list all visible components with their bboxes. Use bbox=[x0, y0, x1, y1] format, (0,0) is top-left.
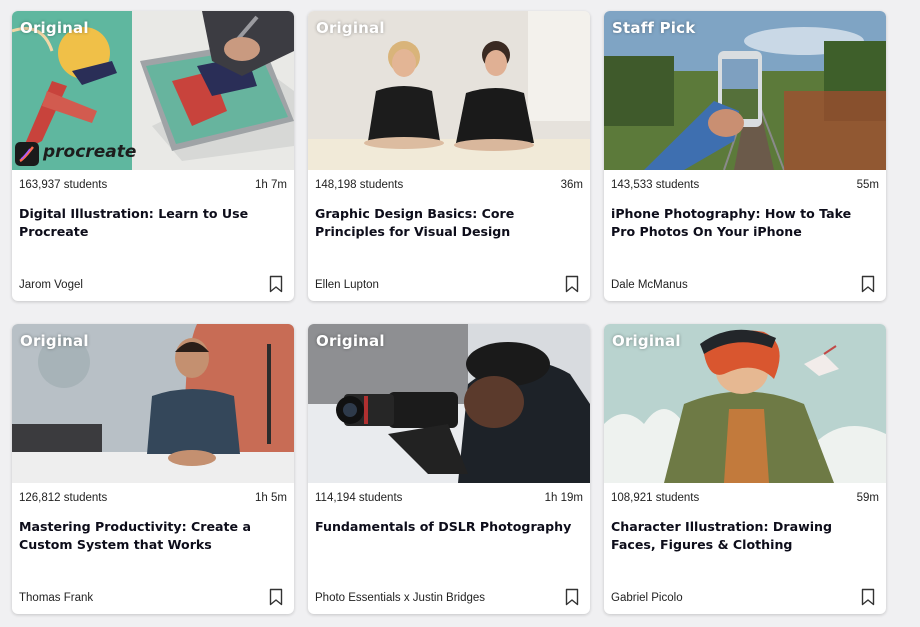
course-duration: 1h 5m bbox=[255, 492, 287, 504]
course-title[interactable]: Digital Illustration: Learn to Use Procr… bbox=[19, 205, 284, 241]
bookmark-icon[interactable] bbox=[269, 275, 283, 293]
student-count: 126,812 students bbox=[19, 492, 108, 504]
course-title[interactable]: Mastering Productivity: Create a Custom … bbox=[19, 518, 284, 554]
course-card[interactable]: Original 114,194 students 1h 19m Fundame… bbox=[308, 324, 590, 614]
course-card[interactable]: Original procreate 163,937 students 1h 7… bbox=[12, 11, 294, 301]
badge-label: Staff Pick bbox=[612, 19, 696, 37]
bookmark-icon[interactable] bbox=[565, 588, 579, 606]
course-thumbnail[interactable]: Original procreate bbox=[12, 11, 294, 170]
teacher-name[interactable]: Gabriel Picolo bbox=[611, 592, 683, 604]
course-duration: 36m bbox=[560, 179, 583, 191]
course-card[interactable]: Original 126,812 students 1h 5m Masterin… bbox=[12, 324, 294, 614]
procreate-logo: procreate bbox=[14, 141, 136, 169]
course-title[interactable]: Graphic Design Basics: Core Principles f… bbox=[315, 205, 580, 241]
teacher-name[interactable]: Photo Essentials x Justin Bridges bbox=[315, 592, 485, 604]
student-count: 143,533 students bbox=[611, 179, 700, 191]
badge-label: Original bbox=[316, 332, 385, 350]
bookmark-icon[interactable] bbox=[861, 588, 875, 606]
teacher-name[interactable]: Ellen Lupton bbox=[315, 279, 379, 291]
course-card[interactable]: Original 108,921 students 59m Character … bbox=[604, 324, 886, 614]
course-title[interactable]: Fundamentals of DSLR Photography bbox=[315, 518, 580, 536]
course-duration: 59m bbox=[856, 492, 879, 504]
course-meta: 163,937 students 1h 7m bbox=[19, 179, 287, 195]
course-grid: Original procreate 163,937 students 1h 7… bbox=[0, 0, 920, 627]
badge-label: Original bbox=[20, 19, 89, 37]
course-thumbnail[interactable]: Original bbox=[604, 324, 886, 483]
teacher-name[interactable]: Dale McManus bbox=[611, 279, 688, 291]
course-title[interactable]: Character Illustration: Drawing Faces, F… bbox=[611, 518, 876, 554]
student-count: 148,198 students bbox=[315, 179, 404, 191]
course-title[interactable]: iPhone Photography: How to Take Pro Phot… bbox=[611, 205, 876, 241]
course-duration: 1h 19m bbox=[544, 492, 583, 504]
student-count: 108,921 students bbox=[611, 492, 700, 504]
course-meta: 114,194 students 1h 19m bbox=[315, 492, 583, 508]
course-meta: 126,812 students 1h 5m bbox=[19, 492, 287, 508]
course-thumbnail[interactable]: Original bbox=[308, 324, 590, 483]
course-duration: 55m bbox=[856, 179, 879, 191]
course-meta: 148,198 students 36m bbox=[315, 179, 583, 195]
course-thumbnail[interactable]: Original bbox=[308, 11, 590, 170]
procreate-logo-text: procreate bbox=[43, 142, 137, 162]
course-card[interactable]: Original 148,198 students 36m Graphic De… bbox=[308, 11, 590, 301]
bookmark-icon[interactable] bbox=[565, 275, 579, 293]
course-meta: 143,533 students 55m bbox=[611, 179, 879, 195]
course-meta: 108,921 students 59m bbox=[611, 492, 879, 508]
course-duration: 1h 7m bbox=[255, 179, 287, 191]
student-count: 163,937 students bbox=[19, 179, 108, 191]
teacher-name[interactable]: Thomas Frank bbox=[19, 592, 93, 604]
badge-label: Original bbox=[20, 332, 89, 350]
course-thumbnail[interactable]: Original bbox=[12, 324, 294, 483]
badge-label: Original bbox=[316, 19, 385, 37]
bookmark-icon[interactable] bbox=[269, 588, 283, 606]
course-card[interactable]: Staff Pick 143,533 students 55m iPhone P… bbox=[604, 11, 886, 301]
student-count: 114,194 students bbox=[315, 492, 403, 504]
course-thumbnail[interactable]: Staff Pick bbox=[604, 11, 886, 170]
procreate-logo-icon bbox=[15, 142, 39, 166]
teacher-name[interactable]: Jarom Vogel bbox=[19, 279, 83, 291]
bookmark-icon[interactable] bbox=[861, 275, 875, 293]
badge-label: Original bbox=[612, 332, 681, 350]
